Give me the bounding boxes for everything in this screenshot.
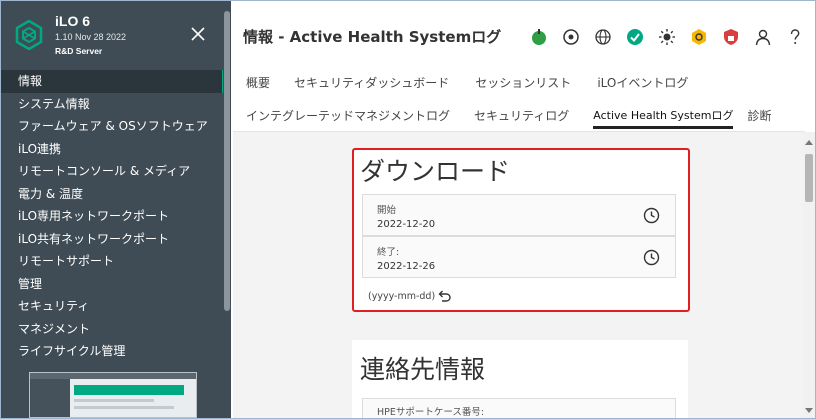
start-date-value[interactable]: 2022-12-20 [377,219,435,230]
end-date-field[interactable]: 終了: 2022-12-26 [362,236,676,278]
header-toolbar [523,25,811,49]
sidebar-item-firmware-os[interactable]: ファームウェア & OSソフトウェア [1,115,225,138]
ilo-logo-icon [15,20,43,50]
user-icon[interactable] [747,25,779,49]
tab-session-list[interactable]: セッションリスト [475,74,571,96]
sidebar-item-remote-console[interactable]: リモートコンソール & メディア [1,160,225,183]
globe-icon[interactable] [587,25,619,49]
sidebar-item-dedicated-network[interactable]: iLO専用ネットワークポート [1,205,225,228]
thumbnail-text-line [74,406,174,409]
location-icon[interactable] [555,25,587,49]
power-icon[interactable] [523,25,555,49]
scroll-down-arrow-icon[interactable] [805,408,813,413]
sidebar-item-remote-support[interactable]: リモートサポート [1,250,225,273]
sidebar: iLO 6 1.10 Nov 28 2022 R&D Server 情報 システ… [1,1,231,418]
health-ok-icon[interactable] [619,25,651,49]
shield-icon[interactable] [715,25,747,49]
thumbnail-sidebar [30,379,70,417]
brand-header: iLO 6 1.10 Nov 28 2022 R&D Server [1,1,231,69]
tab-ilo-event-log[interactable]: iLOイベントログ [597,74,688,96]
download-title: ダウンロード [360,157,511,186]
end-date-label: 終了: [377,247,400,258]
sidebar-item-shared-network[interactable]: iLO共有ネットワークポート [1,228,225,251]
end-date-value[interactable]: 2022-12-26 [377,261,435,272]
sidebar-item-power-thermal[interactable]: 電力 & 温度 [1,183,225,206]
sidebar-item-security[interactable]: セキュリティ [1,295,225,318]
sidebar-item-lifecycle[interactable]: ライフサイクル管理 [1,340,225,363]
clock-icon[interactable] [643,207,660,224]
brightness-icon[interactable] [651,25,683,49]
main-scrollbar[interactable] [803,132,815,418]
sidebar-item-management[interactable]: マネジメント [1,318,225,341]
clock-icon[interactable] [643,249,660,266]
sidebar-scrollbar-thumb[interactable] [224,11,230,311]
tab-bar-row2: インテグレーテッドマネジメントログ セキュリティログ Active Health… [246,107,771,129]
sidebar-item-administration[interactable]: 管理 [1,273,225,296]
app-name: iLO 6 [55,13,91,29]
close-icon[interactable] [189,25,207,43]
tab-overview[interactable]: 概要 [246,74,270,96]
app-version: 1.10 Nov 28 2022 [55,32,127,42]
page-title: 情報 - Active Health Systemログ [243,28,502,46]
sidebar-scrollbar[interactable] [223,1,231,418]
help-icon[interactable] [779,25,811,49]
contact-title: 連絡先情報 [360,355,486,384]
tab-active-health-system-log[interactable]: Active Health Systemログ [593,107,734,129]
undo-icon[interactable] [436,288,452,304]
support-case-label: HPEサポートケース番号: [377,407,485,418]
scroll-up-arrow-icon[interactable] [805,140,813,145]
server-name: R&D Server [55,46,103,56]
sidebar-item-system-info[interactable]: システム情報 [1,93,225,116]
start-date-label: 開始 [377,205,397,216]
tab-bar-row1: 概要 セキュリティダッシュボード セッションリスト iLOイベントログ [246,74,688,96]
support-case-field[interactable]: HPEサポートケース番号: [362,398,676,418]
main-scrollbar-thumb[interactable] [805,154,813,202]
hexagon-alert-icon[interactable] [683,25,715,49]
date-format-hint: (yyyy-mm-dd) [368,291,436,302]
tab-integrated-management-log[interactable]: インテグレーテッドマネジメントログ [246,107,450,129]
tab-security-log[interactable]: セキュリティログ [474,107,569,129]
tab-diagnostics[interactable]: 診断 [747,107,771,129]
sidebar-item-info[interactable]: 情報 [1,70,225,93]
sidebar-nav: 情報 システム情報 ファームウェア & OSソフトウェア iLO連携 リモートコ… [1,70,225,363]
sidebar-item-ilo-federation[interactable]: iLO連携 [1,138,225,161]
start-date-field[interactable]: 開始 2022-12-20 [362,194,676,236]
remote-console-thumbnail[interactable] [29,372,197,418]
thumbnail-banner [74,385,184,395]
thumbnail-text-line [74,399,154,402]
tab-security-dashboard[interactable]: セキュリティダッシュボード [294,74,449,96]
